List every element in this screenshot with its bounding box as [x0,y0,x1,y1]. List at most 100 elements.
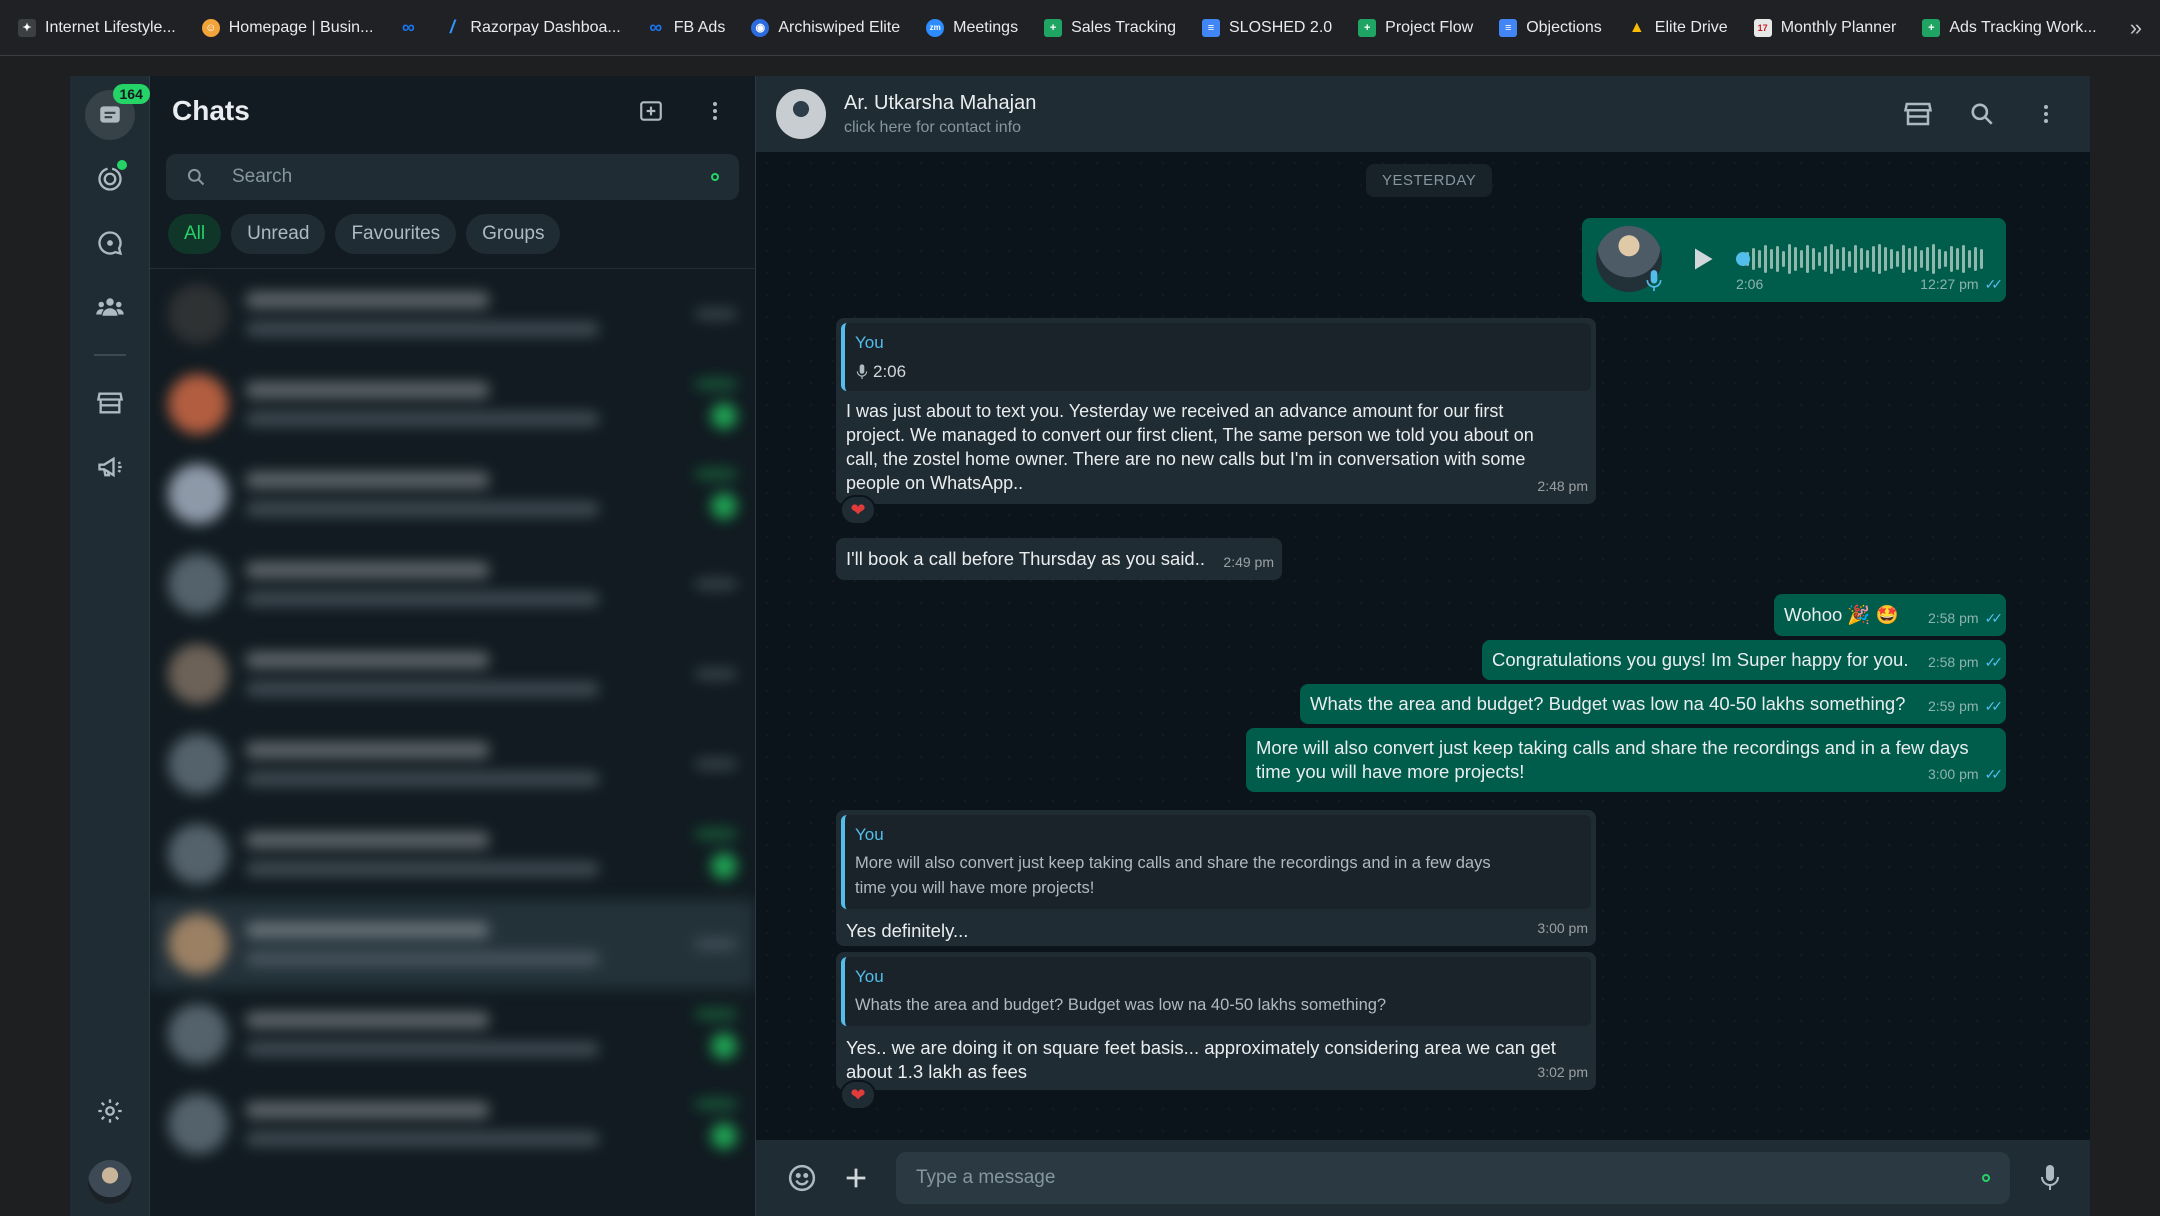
voice-waveform[interactable] [1746,242,1983,276]
bookmark-sales-tracking[interactable]: + Sales Tracking [1044,18,1176,37]
storefront-icon [96,392,123,414]
settings-nav-button[interactable] [85,1086,135,1136]
date-divider: YESTERDAY [1366,164,1493,197]
read-ticks-icon: ✓✓ [1984,610,2004,626]
outgoing-message[interactable]: Wohoo 🎉 🤩 2:58 pm ✓✓ [1774,594,2006,636]
search-input[interactable] [232,166,711,188]
incoming-message[interactable]: You More will also convert just keep tak… [836,810,1596,946]
message-time: 3:00 pm [1927,766,1979,782]
search-messages-button[interactable] [1962,94,2002,134]
voice-message[interactable]: 2:06 12:27 pm ✓✓ [1582,218,2006,302]
list-item[interactable] [150,359,755,449]
waveform-bar [1764,245,1767,273]
filter-groups[interactable]: Groups [466,214,561,254]
voice-record-button[interactable] [2030,1158,2070,1198]
new-chat-button[interactable] [631,91,671,131]
filter-unread[interactable]: Unread [231,214,326,254]
face-icon: ☺ [201,18,220,37]
filter-all[interactable]: All [168,214,222,254]
quoted-message[interactable]: You More will also convert just keep tak… [841,815,1591,909]
message-input-box[interactable] [896,1152,2010,1204]
waveform-bar [1938,249,1941,269]
heart-reaction[interactable]: ❤ [840,495,876,525]
list-item[interactable] [150,989,755,1079]
quoted-message[interactable]: You 2:06 [841,323,1591,391]
catalog-button[interactable] [1898,94,1938,134]
plus-icon [846,1168,866,1188]
quote-author: You [855,333,884,352]
mic-badge-icon [1646,270,1662,291]
emoji-button[interactable] [782,1158,822,1198]
list-item[interactable] [150,719,755,809]
list-item[interactable] [150,629,755,719]
business-tools-nav-button[interactable] [85,378,135,428]
bookmark-archiswiped[interactable]: ◉ Archiswiped Elite [751,18,900,37]
quoted-message[interactable]: You Whats the area and budget? Budget wa… [841,957,1591,1026]
profile-avatar[interactable] [87,1160,132,1204]
advertise-nav-button[interactable] [85,442,135,492]
outgoing-message[interactable]: Whats the area and budget? Budget was lo… [1300,684,2006,724]
bookmark-meta[interactable]: ∞ [399,17,417,37]
bookmark-objections[interactable]: ≡ Objections [1499,18,1602,37]
list-item[interactable] [150,449,755,539]
outgoing-message[interactable]: More will also convert just keep taking … [1246,728,2006,792]
avatar [168,284,228,344]
read-ticks-icon: ✓✓ [1984,698,2004,714]
list-item[interactable] [150,269,755,359]
outgoing-message[interactable]: Congratulations you guys! Im Super happy… [1482,640,2006,680]
incoming-message[interactable]: You 2:06 I was just about to text you. Y… [836,318,1596,504]
list-item[interactable] [150,899,755,989]
waveform-bar [1788,244,1791,274]
channels-nav-button[interactable] [85,218,135,268]
message-time: 2:49 pm [1223,554,1274,570]
incoming-message[interactable]: You Whats the area and budget? Budget wa… [836,952,1596,1090]
avatar [168,554,228,614]
waveform-bar [1962,245,1965,273]
bookmark-meetings[interactable]: zm Meetings [926,18,1018,37]
waveform-bar [1758,250,1761,268]
bookmark-internet-lifestyle[interactable]: ✦ Internet Lifestyle... [18,18,176,37]
search-box[interactable] [166,154,739,200]
razorpay-icon: / [449,17,455,37]
bookmark-project-flow[interactable]: + Project Flow [1358,18,1473,37]
search-icon [187,168,205,186]
bookmark-razorpay[interactable]: / Razorpay Dashboa... [443,17,621,37]
sheets-icon: + [1044,18,1063,37]
waveform-bar [1794,247,1797,271]
unread-badge: 164 [112,84,150,104]
contact-avatar[interactable] [776,89,826,139]
waveform-bar [1752,248,1755,270]
chats-nav-button[interactable]: 164 [84,84,150,140]
menu-button[interactable] [695,91,735,131]
list-item[interactable] [150,539,755,629]
list-item[interactable] [150,1079,755,1169]
message-meta: 3:00 pm ✓✓ [1927,762,2003,786]
waveform-bar [1806,245,1809,273]
play-icon[interactable] [1688,244,1716,274]
message-input[interactable] [916,1167,1982,1189]
voice-duration: 2:06 [1736,276,1764,292]
bookmark-homepage[interactable]: ☺ Homepage | Busin... [201,18,373,37]
conversation-menu-button[interactable] [2026,94,2066,134]
avatar [168,644,228,704]
communities-nav-button[interactable] [85,282,135,332]
bookmark-sloshed[interactable]: ≡ SLOSHED 2.0 [1202,18,1332,37]
quote-author: You [855,967,884,986]
bookmark-elite-drive[interactable]: ▲ Elite Drive [1628,19,1728,37]
bookmark-fb-ads[interactable]: ∞ FB Ads [647,17,725,37]
message-text: Yes definitely... [846,920,969,941]
bookmark-ads-tracking[interactable]: + Ads Tracking Work... [1922,18,2097,37]
status-nav-button[interactable] [85,154,135,204]
heart-reaction[interactable]: ❤ [840,1080,876,1110]
read-ticks-icon: ✓✓ [1984,654,2004,670]
waveform-bar [1848,251,1851,267]
more-bookmarks-icon[interactable]: » [2130,15,2142,41]
attach-button[interactable] [836,1158,876,1198]
playhead-dot[interactable] [1736,252,1750,266]
list-item[interactable] [150,809,755,899]
incoming-message[interactable]: I'll book a call before Thursday as you … [836,538,1282,580]
filter-favourites[interactable]: Favourites [335,214,457,254]
conversation-header[interactable]: Ar. Utkarsha Mahajan click here for cont… [756,76,2090,152]
waveform-bar [1866,250,1869,268]
bookmark-monthly-planner[interactable]: 17 Monthly Planner [1753,18,1896,37]
